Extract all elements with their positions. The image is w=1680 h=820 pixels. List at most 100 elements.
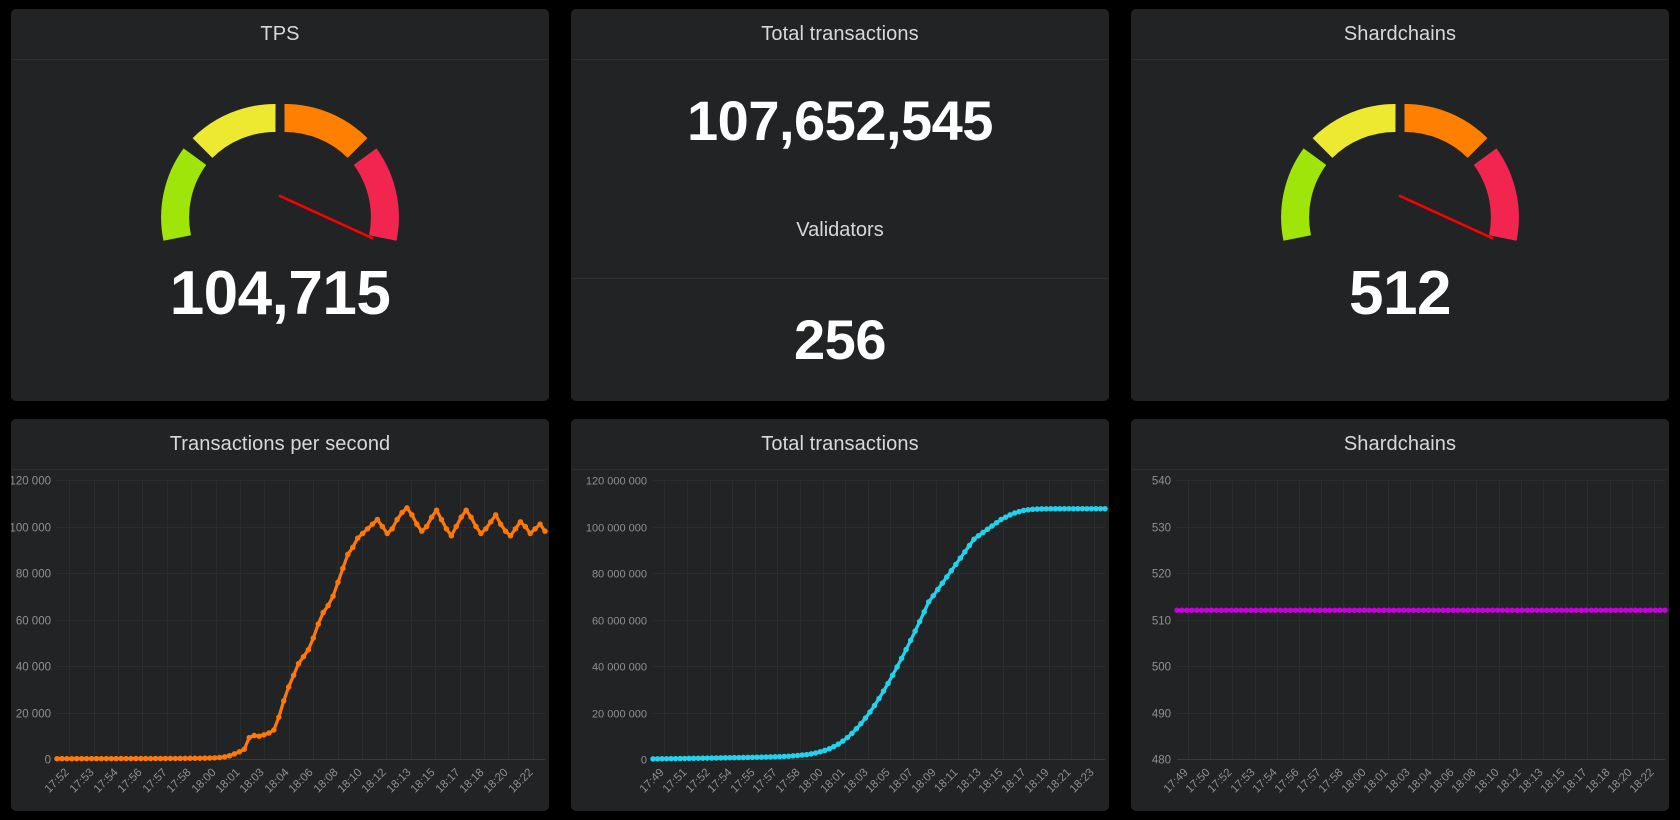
- y-axis-tick-label: 20 000: [16, 709, 51, 721]
- panel-title-chart-total: Total transactions: [761, 432, 919, 455]
- y-axis-tick-label: 80 000 000: [592, 569, 647, 581]
- x-axis-tick-label: 18:20: [1606, 767, 1635, 796]
- panel-header-tps: TPS: [11, 9, 549, 60]
- x-axis-tick-label: 18:08: [1450, 767, 1479, 796]
- x-axis-tick-label: 17:58: [165, 767, 194, 796]
- x-axis-tick-label: 18:20: [482, 767, 511, 796]
- y-axis-tick-label: 100 000: [11, 523, 51, 535]
- stat-block-total-transactions: 107,652,545: [571, 60, 1109, 182]
- x-axis-tick-label: 18:01: [214, 767, 243, 796]
- y-axis-tick-label: 100 000 000: [586, 523, 647, 535]
- panel-chart-shardchains[interactable]: Shardchains 480 490 500 510 520 530 540 17:49 17…: [1131, 419, 1669, 811]
- panel-title-shardchains: Shardchains: [1343, 22, 1457, 45]
- y-axis-tick-label: 490: [1152, 709, 1171, 721]
- panel-header-chart-tps: Transactions per second: [11, 419, 549, 470]
- x-axis-tick-label: 17:53: [1229, 767, 1258, 796]
- x-axis-tick-label: 18:04: [263, 766, 292, 795]
- chart-svg-transactions-per-second: 0 20 000 40 000 60 000 80 000 100 000 120 000 1…: [11, 476, 548, 796]
- cell-tps-gauge: TPS 104,715: [0, 0, 560, 410]
- gauge-shardchains: 512: [1131, 60, 1669, 401]
- gauge-segment-green: [161, 148, 207, 241]
- x-axis-tick-label: 18:10: [1473, 767, 1502, 796]
- gauge-segment-yellow: [192, 103, 276, 159]
- y-axis-tick-label: 540: [1152, 476, 1171, 488]
- y-axis-tick-label: 480: [1152, 755, 1171, 767]
- y-axis-tick-label: 0: [45, 755, 51, 767]
- x-axis-tick-label: 18:00: [1340, 767, 1369, 796]
- y-axis-tick-label: 60 000 000: [592, 616, 647, 628]
- stat-block-validators-value: 256: [571, 279, 1109, 401]
- chart-host-total-transactions[interactable]: 0 20 000 000 40 000 000 60 000 000 80 000 00…: [571, 470, 1109, 811]
- panel-title-chart-shardchains: Shardchains: [1343, 432, 1457, 455]
- chart-svg-total-transactions: 0 20 000 000 40 000 000 60 000 000 80 000 00…: [586, 476, 1108, 796]
- x-axis-tick-label: 18:03: [842, 767, 871, 796]
- gauge-segment-orange: [1404, 103, 1488, 159]
- stat-value-validators: 256: [794, 307, 886, 371]
- gauge-segment-orange: [284, 103, 368, 159]
- x-axis-tick-label: 17:57: [1295, 767, 1324, 796]
- chart-host-shardchains[interactable]: 480 490 500 510 520 530 540 17:49 17:50 17:52 17:5…: [1131, 470, 1669, 811]
- panel-title-chart-tps: Transactions per second: [169, 432, 391, 455]
- x-axis-tick-label: 18:13: [1517, 767, 1546, 796]
- x-axis-tick-label: 18:03: [1384, 767, 1413, 796]
- gauge-arc-shardchains: [1281, 103, 1519, 241]
- x-axis-tick-label: 17:58: [1317, 767, 1346, 796]
- panel-chart-total-transactions[interactable]: Total transactions 0 20 000 000 40 000 000…: [571, 419, 1109, 811]
- panel-body-tps: 104,715: [11, 60, 549, 401]
- panel-title-tps: TPS: [260, 22, 300, 45]
- x-axis-tick-label: 17:52: [43, 767, 72, 796]
- chart-host-tps[interactable]: 0 20 000 40 000 60 000 80 000 100 000 120 000 1…: [11, 470, 549, 811]
- gauge-segment-yellow: [1312, 103, 1396, 159]
- panel-tps[interactable]: TPS 104,715: [11, 9, 549, 401]
- x-axis-tick-label: 18:18: [1584, 767, 1613, 796]
- x-axis-tick-label: 17:54: [92, 766, 121, 795]
- panel-header-total-transactions: Total transactions: [571, 9, 1109, 60]
- x-axis-tick-label: 18:22: [507, 767, 536, 796]
- x-axis-tick-label: 17:51: [661, 767, 690, 796]
- gauge-needle-tps: [278, 194, 374, 240]
- panel-total-transactions-stat[interactable]: Total transactions 107,652,545 Validator…: [571, 9, 1109, 401]
- x-axis-tick-label: 17:56: [1273, 767, 1302, 796]
- cell-chart-total-transactions: Total transactions 0 20 000 000 40 000 000…: [560, 410, 1120, 820]
- x-axis-tick-label: 18:08: [312, 767, 341, 796]
- x-axis-tick-label: 17:53: [68, 767, 97, 796]
- x-axis-tick-label: 17:50: [1184, 767, 1213, 796]
- x-axis-tick-label: 18:11: [932, 767, 960, 795]
- x-axis-tick-label: 18:07: [887, 767, 916, 796]
- panel-shardchains-gauge[interactable]: Shardchains 512: [1131, 9, 1669, 401]
- panel-body-total-transactions: 107,652,545 Validators 256: [571, 60, 1109, 401]
- panel-title-total-transactions: Total transactions: [761, 22, 919, 45]
- y-axis-tick-label: 530: [1152, 523, 1171, 535]
- gauge-segment-green: [1281, 148, 1327, 241]
- x-axis-tick-label: 18:13: [955, 767, 984, 796]
- y-axis-tick-label: 60 000: [16, 616, 51, 628]
- y-axis-tick-label: 120 000 000: [586, 476, 647, 488]
- y-axis-tick-label: 40 000: [16, 662, 51, 674]
- x-axis-tick-label: 18:23: [1068, 767, 1097, 796]
- y-axis-tick-label: 510: [1152, 616, 1171, 628]
- panel-body-shardchains: 512: [1131, 60, 1669, 401]
- x-axis-tick-label: 18:05: [864, 767, 893, 796]
- gauge-segment-red: [1473, 148, 1519, 241]
- cell-chart-tps: Transactions per second 0 20 000 40 000 60 …: [0, 410, 560, 820]
- x-axis-tick-label: 18:22: [1628, 767, 1657, 796]
- x-axis-tick-label: 18:13: [385, 767, 414, 796]
- y-axis-tick-label: 40 000 000: [592, 662, 647, 674]
- cell-shardchains-gauge: Shardchains 512: [1120, 0, 1680, 410]
- y-axis-tick-label: 120 000: [11, 476, 51, 488]
- panel-header-chart-total: Total transactions: [571, 419, 1109, 470]
- x-axis-tick-label: 18:12: [1495, 767, 1524, 796]
- x-axis-tick-label: 18:15: [409, 767, 438, 796]
- panel-chart-transactions-per-second[interactable]: Transactions per second 0 20 000 40 000 60 …: [11, 419, 549, 811]
- panel-body-chart-shardchains: 480 490 500 510 520 530 540 17:49 17:50 17:52 17:5…: [1131, 470, 1669, 811]
- x-axis-tick-label: 18:19: [1023, 767, 1052, 796]
- x-axis-tick-label: 18:17: [1561, 767, 1590, 796]
- series-line-total-transactions: [651, 507, 1107, 761]
- x-axis-tick-label: 17:49: [1162, 767, 1191, 796]
- x-axis-tick-label: 18:21: [1045, 767, 1074, 796]
- x-axis-tick-label: 18:06: [1428, 767, 1457, 796]
- x-axis-tick-label: 18:10: [336, 767, 365, 796]
- y-axis-tick-label: 80 000: [16, 569, 51, 581]
- x-axis-tick-label: 18:01: [1362, 767, 1391, 796]
- stat-value-total-transactions: 107,652,545: [687, 89, 993, 153]
